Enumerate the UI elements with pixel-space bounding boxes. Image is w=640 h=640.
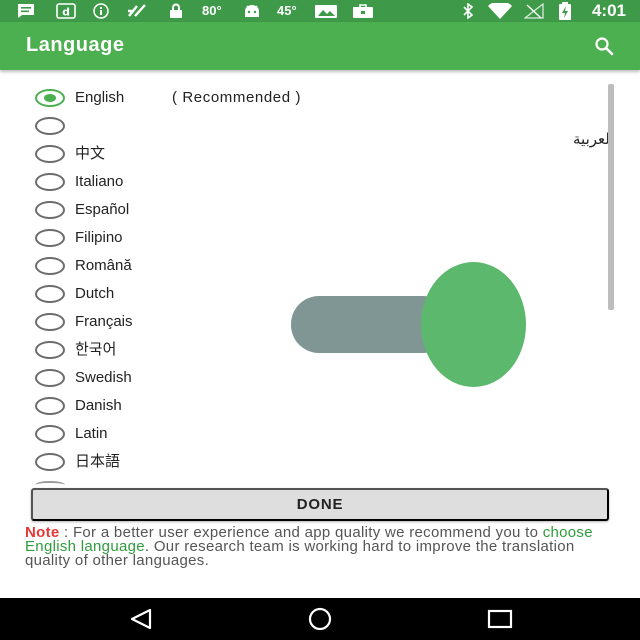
language-label: Filipino bbox=[75, 229, 123, 246]
language-list[interactable]: English ( Recommended ) العربية 中文 Itali… bbox=[0, 84, 618, 484]
language-option-romana[interactable]: Română bbox=[0, 252, 618, 280]
toggle-thumb[interactable] bbox=[421, 262, 526, 387]
radio-button[interactable] bbox=[35, 453, 65, 471]
radio-button[interactable] bbox=[35, 425, 65, 443]
language-option-english[interactable]: English ( Recommended ) bbox=[0, 84, 618, 112]
language-label: Italiano bbox=[75, 173, 124, 190]
temperature-2-text: 45° bbox=[277, 3, 297, 18]
recommended-tag: ( Recommended ) bbox=[172, 89, 302, 106]
note-text: Note : For a better user experience and … bbox=[25, 525, 600, 568]
language-option-danish[interactable]: Danish bbox=[0, 392, 618, 420]
language-label: Dutch bbox=[75, 285, 115, 302]
navigation-bar bbox=[0, 598, 640, 640]
language-label: Français bbox=[75, 313, 133, 330]
radio-button[interactable] bbox=[35, 341, 65, 359]
temperature-1-text: 80° bbox=[202, 3, 222, 18]
language-option-swedish[interactable]: Swedish bbox=[0, 364, 618, 392]
radio-button-checked[interactable] bbox=[35, 89, 65, 107]
language-option-espanol[interactable]: Español bbox=[0, 196, 618, 224]
recents-icon bbox=[487, 609, 513, 629]
lock-icon bbox=[168, 3, 184, 19]
recents-button[interactable] bbox=[484, 606, 516, 632]
language-option-arabic[interactable]: العربية bbox=[0, 112, 618, 148]
clock: 4:01 bbox=[591, 1, 626, 20]
language-option-filipino[interactable]: Filipino bbox=[0, 224, 618, 252]
radio-button[interactable] bbox=[35, 173, 65, 191]
language-label: 日本語 bbox=[75, 453, 121, 470]
radio-button[interactable] bbox=[35, 201, 65, 219]
language-option-latin[interactable]: Latin bbox=[0, 420, 618, 448]
fitness-icon bbox=[126, 3, 150, 19]
no-signal-icon bbox=[524, 3, 544, 19]
radio-button[interactable] bbox=[35, 229, 65, 247]
status-bar: d 80° 45° 4:01 bbox=[0, 0, 640, 22]
message-icon bbox=[16, 3, 36, 19]
search-icon bbox=[595, 37, 614, 56]
svg-text:d: d bbox=[62, 6, 70, 19]
done-button[interactable]: DONE bbox=[31, 488, 609, 521]
search-button[interactable] bbox=[592, 34, 616, 58]
language-label: 中文 bbox=[75, 145, 106, 162]
language-label: Română bbox=[75, 257, 132, 274]
radio-button[interactable] bbox=[35, 257, 65, 275]
scrollbar[interactable] bbox=[608, 84, 614, 310]
language-label: English bbox=[75, 89, 125, 106]
radio-button[interactable] bbox=[35, 313, 65, 331]
back-button[interactable] bbox=[125, 606, 157, 632]
language-label: 한국어 bbox=[75, 341, 117, 358]
briefcase-icon bbox=[352, 3, 374, 19]
language-label: Swedish bbox=[75, 369, 132, 386]
bluetooth-icon bbox=[460, 3, 476, 19]
language-option-italiano[interactable]: Italiano bbox=[0, 168, 618, 196]
info-icon bbox=[92, 3, 110, 19]
back-icon bbox=[130, 608, 152, 630]
photo-icon bbox=[314, 3, 338, 19]
language-label: Latin bbox=[75, 425, 108, 442]
android-icon bbox=[242, 3, 262, 19]
radio-button[interactable] bbox=[35, 117, 65, 135]
radio-button[interactable] bbox=[35, 369, 65, 387]
home-button[interactable] bbox=[304, 606, 336, 632]
radio-button[interactable] bbox=[35, 397, 65, 415]
page-title: Language bbox=[26, 34, 125, 56]
radio-button[interactable] bbox=[35, 285, 65, 303]
language-option-japanese[interactable]: 日本語 bbox=[0, 448, 618, 476]
battery-charging-icon bbox=[557, 2, 573, 20]
home-icon bbox=[308, 607, 332, 631]
wifi-icon bbox=[487, 3, 513, 19]
language-option-chinese[interactable]: 中文 bbox=[0, 140, 618, 168]
app-bar: Language bbox=[0, 22, 640, 70]
radio-button[interactable] bbox=[35, 145, 65, 163]
language-label: Danish bbox=[75, 397, 122, 414]
language-label: Español bbox=[75, 201, 130, 218]
dailyhunt-icon: d bbox=[56, 3, 76, 19]
